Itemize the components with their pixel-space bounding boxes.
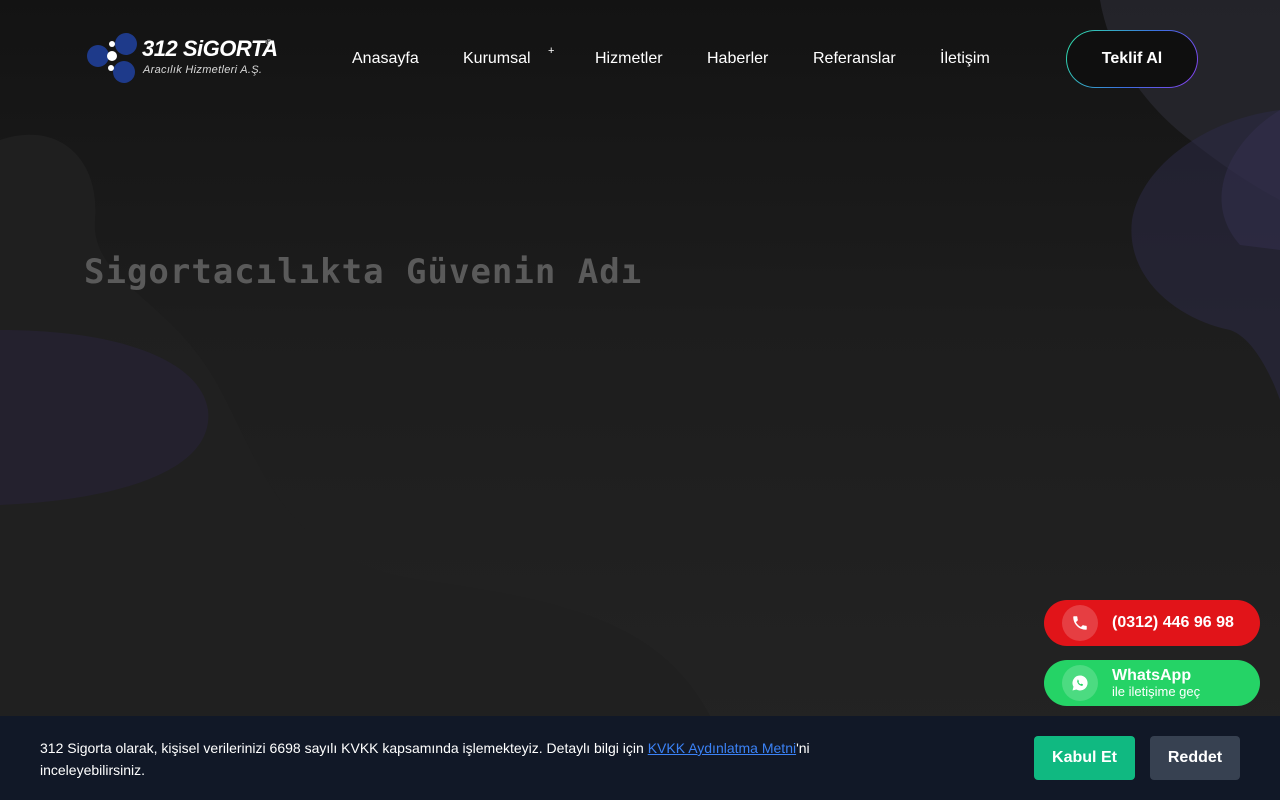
submenu-plus-icon[interactable]: + <box>548 45 554 57</box>
reject-cookies-button[interactable]: Reddet <box>1150 736 1240 780</box>
registered-mark: ® <box>266 38 272 47</box>
whatsapp-subtitle: ile iletişime geç <box>1112 684 1201 699</box>
cookie-message: 312 Sigorta olarak, kişisel verilerinizi… <box>40 737 830 781</box>
whatsapp-button[interactable]: WhatsApp ile iletişime geç <box>1044 660 1260 706</box>
page: 312 SiGORTA ® Aracılık Hizmetleri A.Ş. A… <box>0 0 1280 800</box>
nav-item-kurumsal[interactable]: Kurumsal <box>463 49 531 69</box>
whatsapp-label: WhatsApp ile iletişime geç <box>1112 667 1200 699</box>
brand-title: 312 SiGORTA <box>142 36 278 61</box>
quote-button-label: Teklif Al <box>1067 31 1197 87</box>
nav-item-haberler[interactable]: Haberler <box>707 49 768 69</box>
site-header: 312 SiGORTA ® Aracılık Hizmetleri A.Ş. A… <box>0 0 1280 120</box>
brand-subtitle: Aracılık Hizmetleri A.Ş. <box>143 64 263 76</box>
whatsapp-title: WhatsApp <box>1112 667 1192 684</box>
nav-item-iletisim[interactable]: İletişim <box>940 49 990 69</box>
kvkk-link[interactable]: KVKK Aydınlatma Metni <box>648 740 796 756</box>
nav-item-anasayfa[interactable]: Anasayfa <box>352 49 419 69</box>
call-button[interactable]: (0312) 446 96 98 <box>1044 600 1260 646</box>
whatsapp-icon <box>1062 665 1098 701</box>
accept-cookies-button[interactable]: Kabul Et <box>1034 736 1135 780</box>
nav-item-hizmetler[interactable]: Hizmetler <box>595 49 663 69</box>
brand-logo[interactable]: 312 SiGORTA ® Aracılık Hizmetleri A.Ş. <box>86 30 286 88</box>
hero-title: Sigortacılıkta Güvenin Adı <box>84 252 643 292</box>
logo-mark-icon <box>87 33 137 83</box>
cookie-text-before: 312 Sigorta olarak, kişisel verilerinizi… <box>40 740 648 756</box>
quote-button[interactable]: Teklif Al <box>1066 30 1198 88</box>
phone-number: (0312) 446 96 98 <box>1112 614 1234 631</box>
nav-item-referanslar[interactable]: Referanslar <box>813 49 896 69</box>
phone-icon <box>1062 605 1098 641</box>
